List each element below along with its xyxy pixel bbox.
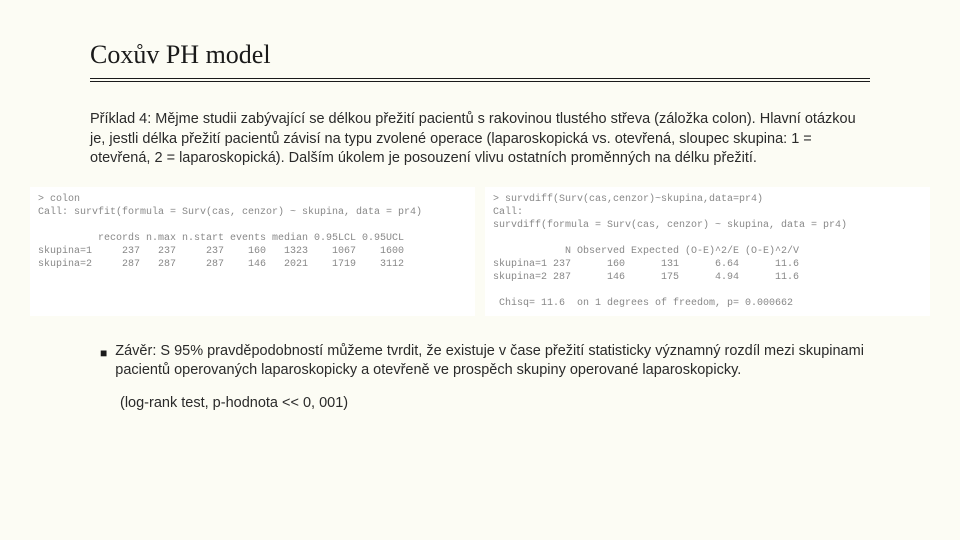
code-panels: > colon Call: survfit(formula = Surv(cas… [30, 187, 930, 316]
conclusion-block: ■ Závěr: S 95% pravděpodobností můžeme t… [100, 342, 870, 381]
slide: Coxův PH model Příklad 4: Mějme studii z… [0, 0, 960, 431]
logrank-note: (log-rank test, p-hodnota << 0, 001) [120, 395, 870, 411]
r-output-survfit: > colon Call: survfit(formula = Surv(cas… [30, 187, 475, 316]
square-bullet-icon: ■ [100, 345, 107, 381]
r-output-survdiff: > survdiff(Surv(cas,cenzor)~skupina,data… [485, 187, 930, 316]
page-title: Coxův PH model [90, 40, 870, 82]
conclusion-text: Závěr: S 95% pravděpodobností můžeme tvr… [115, 342, 870, 381]
intro-paragraph: Příklad 4: Mějme studii zabývající se dé… [90, 110, 870, 169]
